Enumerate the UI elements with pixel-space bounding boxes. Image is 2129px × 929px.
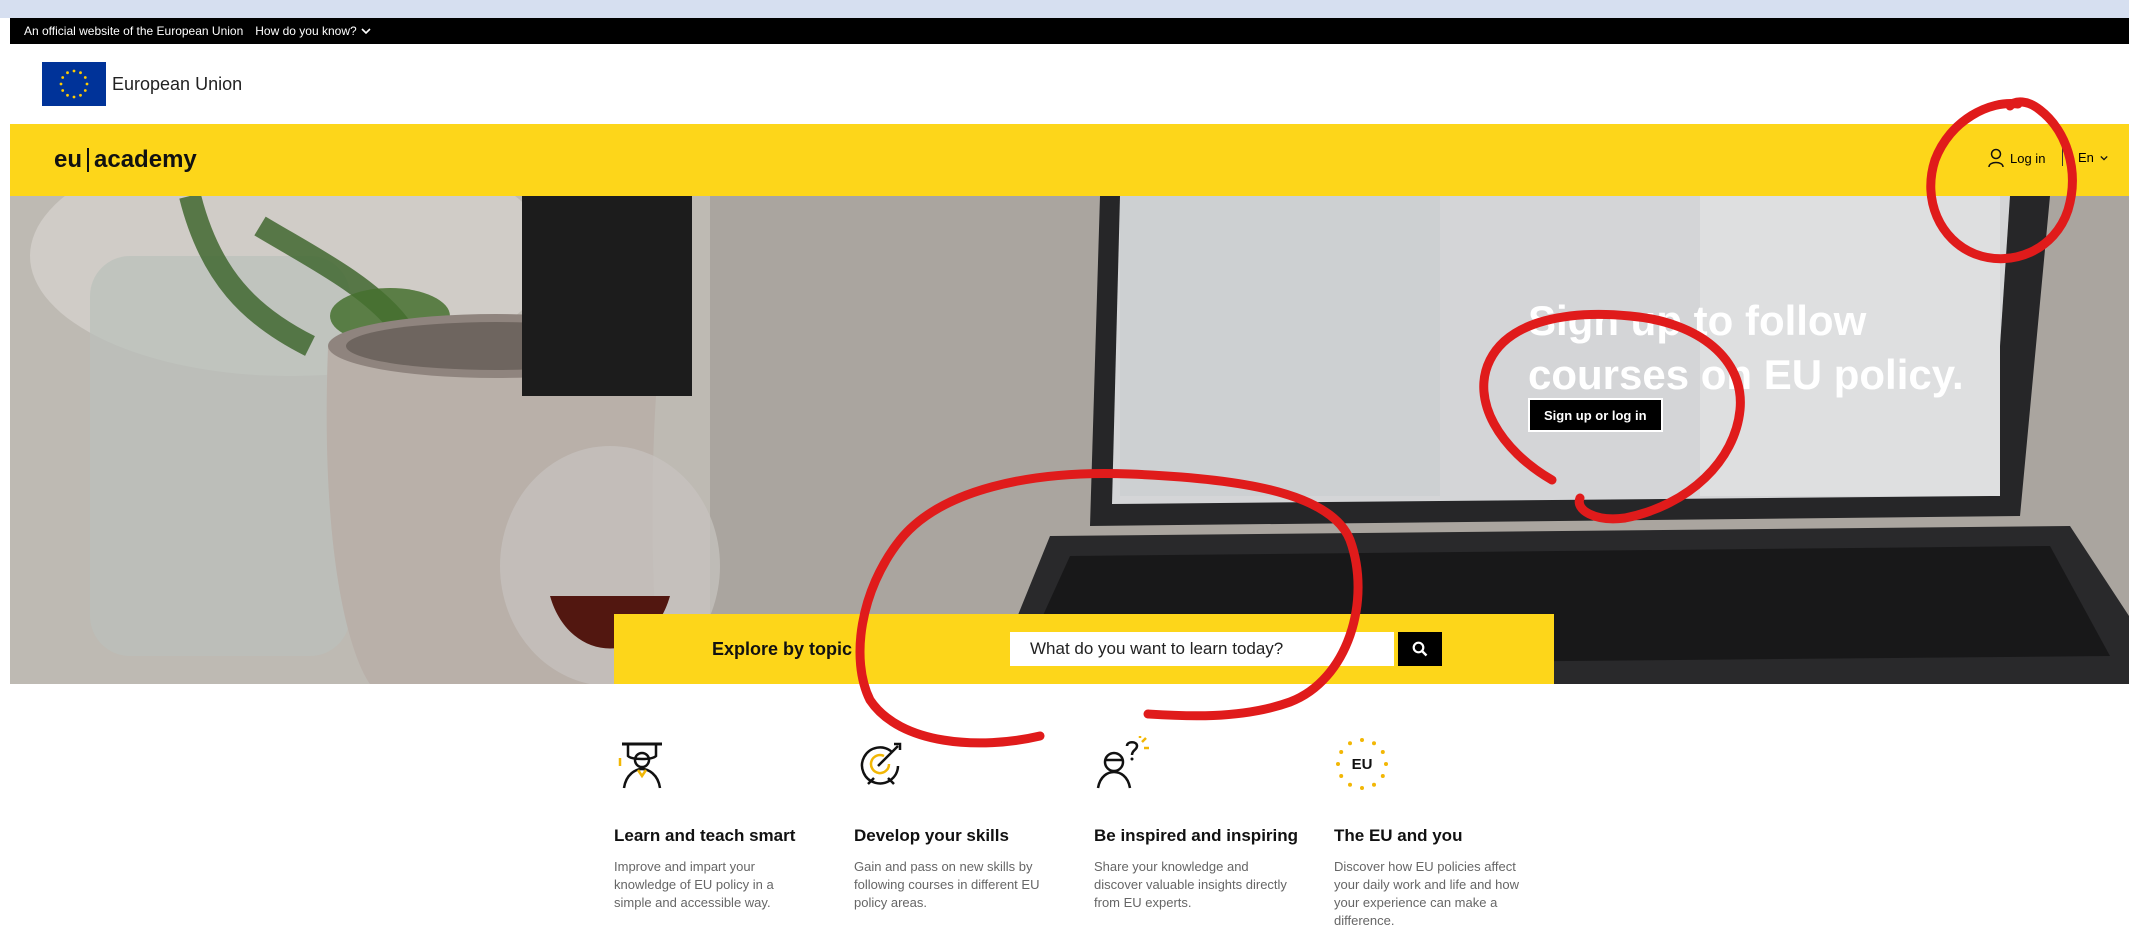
sign-up-or-log-in-button[interactable]: Sign up or log in (1528, 398, 1663, 432)
explore-bar: Explore by topic (614, 614, 1554, 684)
login-link[interactable]: Log in (1988, 148, 2045, 168)
feature-title: Learn and teach smart (614, 826, 796, 845)
feature-description: Improve and impart your knowledge of EU … (614, 859, 774, 910)
feature-description: Discover how EU policies affect your dai… (1334, 859, 1519, 928)
hero-banner: Sign up to follow courses on EU policy. … (10, 196, 2129, 684)
official-site-notice: An official website of the European Unio… (24, 24, 244, 38)
feature-title: Be inspired and inspiring (1094, 826, 1299, 845)
brand-eu: eu (54, 146, 83, 173)
browser-left-margin (0, 18, 10, 929)
feature-description: Gain and pass on new skills by following… (854, 859, 1040, 910)
how-do-you-know-label: How do you know? (255, 24, 357, 38)
search-button[interactable] (1398, 632, 1442, 666)
language-selector[interactable]: En (2078, 150, 2108, 165)
brand-separator (87, 148, 90, 172)
svg-text:EU: EU (1352, 756, 1373, 773)
feature-title: The EU and you (1334, 826, 1463, 845)
login-label: Log in (2010, 150, 2046, 166)
chevron-down-icon (361, 28, 371, 35)
eu-header: European Union (10, 44, 2129, 124)
eu-academy-logo[interactable]: eu academy (54, 146, 197, 174)
teacher-icon (618, 742, 662, 789)
site-nav-bar: eu academy Log in En (10, 124, 2129, 196)
language-label: En (2078, 150, 2094, 165)
hero-background-image (10, 196, 2129, 684)
inspired-person-icon (1096, 736, 1149, 789)
target-icon (860, 742, 902, 785)
nav-divider (2062, 148, 2063, 166)
user-icon (1988, 148, 2004, 168)
how-do-you-know-toggle[interactable]: How do you know? (255, 24, 371, 38)
explore-by-topic-link[interactable]: Explore by topic (712, 639, 852, 660)
feature-eu-and-you: EU The EU and you Discover how EU polici… (1334, 736, 1544, 928)
search-input[interactable] (1010, 632, 1394, 666)
hero-heading: Sign up to follow courses on EU policy. (1528, 297, 1964, 398)
feature-title: Develop your skills (854, 826, 1009, 845)
browser-top-strip (0, 0, 2129, 18)
eu-stars-icon: EU (1336, 738, 1388, 790)
feature-description: Share your knowledge and discover valuab… (1094, 859, 1287, 910)
feature-learn-teach: Learn and teach smart Improve and impart… (614, 736, 824, 910)
eu-flag-logo[interactable] (42, 62, 106, 106)
chevron-down-icon (2100, 155, 2108, 161)
search-icon (1412, 641, 1428, 657)
feature-be-inspired: Be inspired and inspiring Share your kno… (1094, 736, 1304, 910)
official-site-bar: An official website of the European Unio… (10, 18, 2129, 44)
feature-develop-skills: Develop your skills Gain and pass on new… (854, 736, 1064, 910)
brand-academy: academy (94, 146, 197, 173)
european-union-label: European Union (112, 74, 243, 94)
